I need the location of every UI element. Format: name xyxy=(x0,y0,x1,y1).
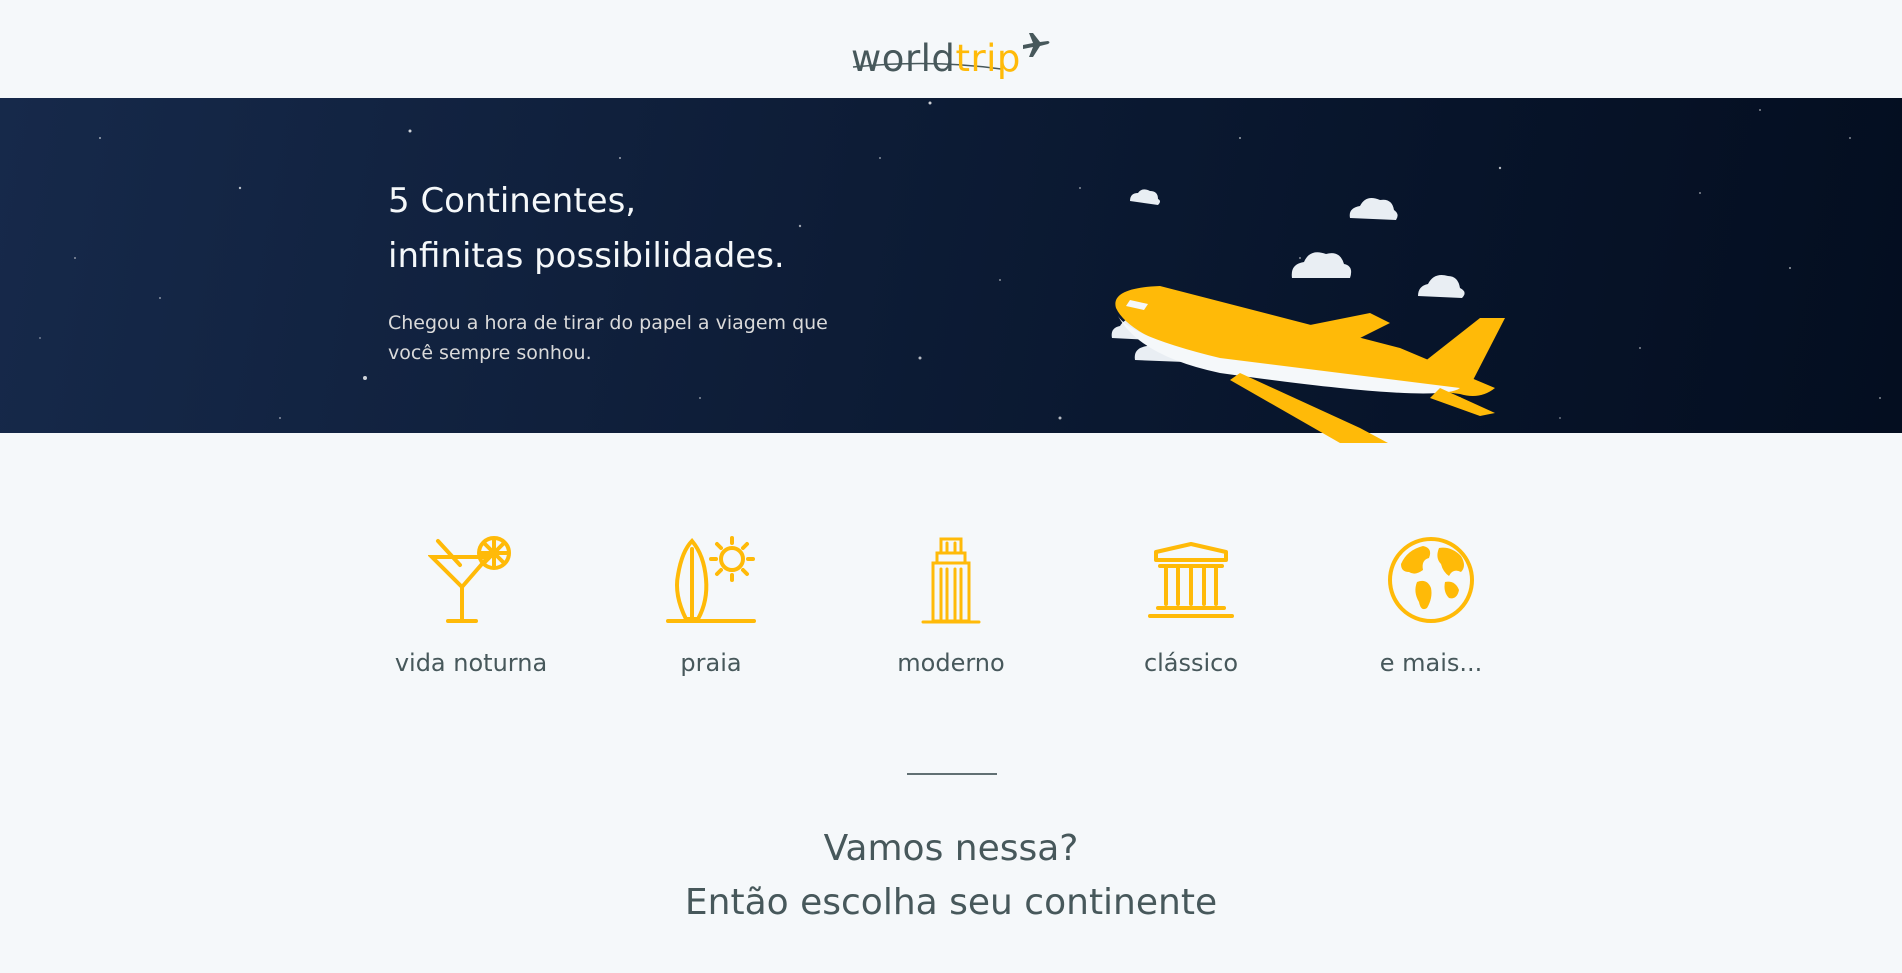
cocktail-icon xyxy=(426,535,516,625)
hero-title-line2: infinitas possibilidades. xyxy=(388,236,785,276)
starfield-background xyxy=(39,101,1881,420)
travel-types: vida noturna praia moderno clássico e ma… xyxy=(0,535,1902,677)
category-label: moderno xyxy=(897,649,1005,677)
hero-title-line1: 5 Continentes, xyxy=(388,181,637,221)
cta-line1: Vamos nessa? xyxy=(823,828,1079,869)
hero-text: 5 Continentes, infinitas possibilidades.… xyxy=(388,174,858,368)
hero-title: 5 Continentes, infinitas possibilidades. xyxy=(388,174,858,284)
category-classico: clássico xyxy=(1071,535,1311,677)
category-moderno: moderno xyxy=(831,535,1071,677)
museum-icon xyxy=(1146,535,1236,625)
globe-icon xyxy=(1386,535,1476,625)
airplane-icon xyxy=(1022,33,1050,57)
category-label: vida noturna xyxy=(394,649,548,677)
cta-section: Vamos nessa? Então escolha seu continent… xyxy=(0,822,1902,930)
category-vida-noturna: vida noturna xyxy=(351,535,591,677)
site-header: world trip xyxy=(0,0,1902,98)
cta-line2: Então escolha seu continente xyxy=(684,882,1218,923)
hero-subtitle-line2: você sempre sonhou. xyxy=(388,342,592,364)
category-praia: praia xyxy=(591,535,831,677)
category-e-mais: e mais... xyxy=(1311,535,1551,677)
category-label: clássico xyxy=(1143,649,1239,677)
logo-trip-text: trip xyxy=(955,37,1021,80)
logo[interactable]: world trip xyxy=(851,19,1051,79)
surf-sun-icon xyxy=(666,535,756,625)
hero-subtitle: Chegou a hora de tirar do papel a viagem… xyxy=(388,308,858,368)
section-divider xyxy=(907,773,997,775)
category-label: e mais... xyxy=(1379,649,1483,677)
skyscraper-icon xyxy=(906,535,996,625)
category-label: praia xyxy=(680,649,742,677)
airplane-illustration xyxy=(1111,189,1505,443)
hero-subtitle-line1: Chegou a hora de tirar do papel a viagem… xyxy=(388,312,828,334)
hero-banner: 5 Continentes, infinitas possibilidades.… xyxy=(0,98,1902,443)
